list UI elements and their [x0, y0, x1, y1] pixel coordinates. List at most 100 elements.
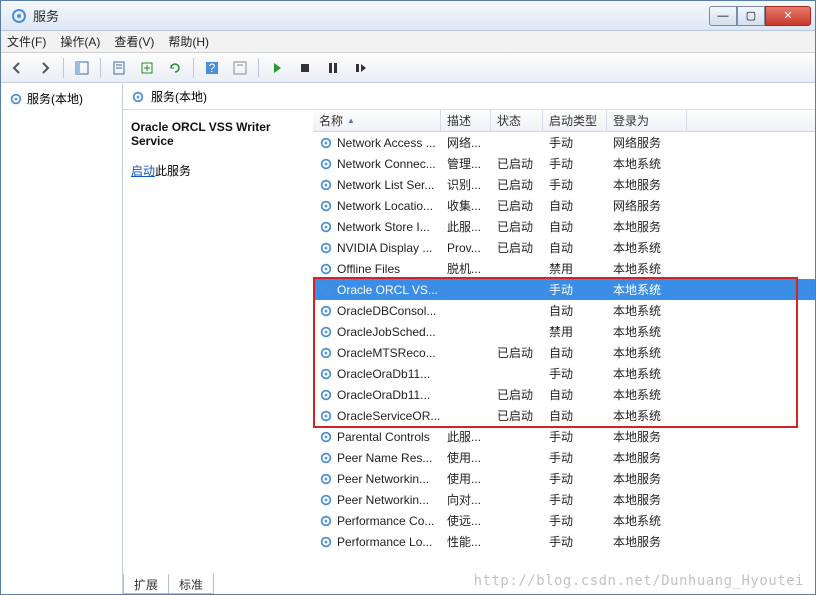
cell-logon: 本地系统	[607, 365, 687, 382]
view-tabs: 扩展 标准	[123, 574, 213, 594]
cell-name: OracleJobSched...	[313, 325, 441, 339]
cell-status: 已启动	[491, 239, 543, 256]
menu-view[interactable]: 查看(V)	[114, 33, 154, 50]
cell-startup: 自动	[543, 407, 607, 424]
cell-startup: 自动	[543, 386, 607, 403]
export-button[interactable]	[135, 56, 159, 80]
refresh-button[interactable]	[163, 56, 187, 80]
gear-icon	[319, 304, 333, 318]
menu-file[interactable]: 文件(F)	[7, 33, 46, 50]
col-name[interactable]: 名称▲	[313, 110, 441, 131]
forward-button[interactable]	[33, 56, 57, 80]
cell-startup: 手动	[543, 155, 607, 172]
service-row[interactable]: Oracle ORCL VS...手动本地系统	[313, 279, 815, 300]
col-status[interactable]: 状态	[491, 110, 543, 131]
gear-icon	[319, 388, 333, 402]
cell-name: OracleMTSReco...	[313, 346, 441, 360]
cell-startup: 手动	[543, 281, 607, 298]
cell-startup: 自动	[543, 302, 607, 319]
col-logon[interactable]: 登录为	[607, 110, 687, 131]
service-row[interactable]: Performance Co...使远...手动本地系统	[313, 510, 815, 531]
menu-help[interactable]: 帮助(H)	[168, 33, 209, 50]
cell-name: Network Store I...	[313, 220, 441, 234]
list-body[interactable]: Network Access ...网络...手动网络服务Network Con…	[313, 132, 815, 594]
toolbar: ?	[1, 53, 815, 83]
title-bar[interactable]: 服务 — ▢ ✕	[1, 1, 815, 31]
window-controls: — ▢ ✕	[709, 6, 811, 26]
cell-name: Network List Ser...	[313, 178, 441, 192]
cell-logon: 本地服务	[607, 218, 687, 235]
tab-standard[interactable]: 标准	[168, 574, 214, 594]
gear-icon	[319, 241, 333, 255]
service-row[interactable]: Performance Lo...性能...手动本地服务	[313, 531, 815, 552]
cell-desc: 使用...	[441, 470, 491, 487]
start-link[interactable]: 启动	[131, 164, 155, 178]
help-button[interactable]: ?	[200, 56, 224, 80]
cell-name: OracleOraDb11...	[313, 367, 441, 381]
separator	[100, 58, 101, 78]
service-row[interactable]: Network Locatio...收集...已启动自动网络服务	[313, 195, 815, 216]
service-row[interactable]: Offline Files脱机...禁用本地系统	[313, 258, 815, 279]
show-hide-tree-button[interactable]	[70, 56, 94, 80]
cell-desc: 性能...	[441, 533, 491, 550]
cell-startup: 自动	[543, 197, 607, 214]
properties-button[interactable]	[107, 56, 131, 80]
service-row[interactable]: Network Store I...此服...已启动自动本地服务	[313, 216, 815, 237]
cell-logon: 本地服务	[607, 176, 687, 193]
gear-icon	[319, 346, 333, 360]
services-window: 服务 — ▢ ✕ 文件(F) 操作(A) 查看(V) 帮助(H) ?	[0, 0, 816, 595]
restart-service-button[interactable]	[349, 56, 373, 80]
minimize-button[interactable]: —	[709, 6, 737, 26]
service-row[interactable]: Peer Networkin...向对...手动本地服务	[313, 489, 815, 510]
service-row[interactable]: NVIDIA Display ...Prov...已启动自动本地系统	[313, 237, 815, 258]
pause-service-button[interactable]	[321, 56, 345, 80]
cell-desc: 网络...	[441, 134, 491, 151]
back-button[interactable]	[5, 56, 29, 80]
menu-action[interactable]: 操作(A)	[60, 33, 100, 50]
col-desc[interactable]: 描述	[441, 110, 491, 131]
gear-icon	[319, 199, 333, 213]
service-row[interactable]: OracleDBConsol...自动本地系统	[313, 300, 815, 321]
service-row[interactable]: OracleOraDb11...已启动自动本地系统	[313, 384, 815, 405]
close-button[interactable]: ✕	[765, 6, 811, 26]
gear-icon	[319, 472, 333, 486]
service-row[interactable]: OracleMTSReco...已启动自动本地系统	[313, 342, 815, 363]
service-row[interactable]: Network Connec...管理...已启动手动本地系统	[313, 153, 815, 174]
help2-button[interactable]	[228, 56, 252, 80]
window-title: 服务	[33, 6, 709, 25]
cell-status: 已启动	[491, 176, 543, 193]
gear-icon	[319, 535, 333, 549]
col-startup[interactable]: 启动类型	[543, 110, 607, 131]
cell-name: Peer Networkin...	[313, 472, 441, 486]
tab-extended[interactable]: 扩展	[123, 574, 169, 594]
cell-logon: 本地系统	[607, 281, 687, 298]
selected-service-title: Oracle ORCL VSS Writer Service	[131, 120, 305, 148]
service-row[interactable]: OracleServiceOR...已启动自动本地系统	[313, 405, 815, 426]
tree-root-services[interactable]: 服务(本地)	[7, 88, 116, 109]
service-row[interactable]: OracleOraDb11...手动本地系统	[313, 363, 815, 384]
service-row[interactable]: OracleJobSched...禁用本地系统	[313, 321, 815, 342]
service-row[interactable]: Network Access ...网络...手动网络服务	[313, 132, 815, 153]
cell-startup: 自动	[543, 344, 607, 361]
list-header: 名称▲ 描述 状态 启动类型 登录为	[313, 110, 815, 132]
gear-icon	[319, 157, 333, 171]
cell-name: OracleDBConsol...	[313, 304, 441, 318]
cell-desc: 管理...	[441, 155, 491, 172]
cell-logon: 本地服务	[607, 449, 687, 466]
service-row[interactable]: Peer Networkin...使用...手动本地服务	[313, 468, 815, 489]
gear-icon	[319, 430, 333, 444]
cell-desc: 使用...	[441, 449, 491, 466]
service-row[interactable]: Parental Controls此服...手动本地服务	[313, 426, 815, 447]
gear-icon	[319, 178, 333, 192]
cell-name: Performance Co...	[313, 514, 441, 528]
cell-startup: 手动	[543, 134, 607, 151]
cell-desc: 此服...	[441, 218, 491, 235]
service-row[interactable]: Peer Name Res...使用...手动本地服务	[313, 447, 815, 468]
description-column: Oracle ORCL VSS Writer Service 启动此服务	[123, 110, 313, 594]
service-row[interactable]: Network List Ser...识别...已启动手动本地服务	[313, 174, 815, 195]
tree-pane: 服务(本地)	[1, 84, 123, 594]
stop-service-button[interactable]	[293, 56, 317, 80]
cell-name: Peer Name Res...	[313, 451, 441, 465]
start-service-button[interactable]	[265, 56, 289, 80]
maximize-button[interactable]: ▢	[737, 6, 765, 26]
